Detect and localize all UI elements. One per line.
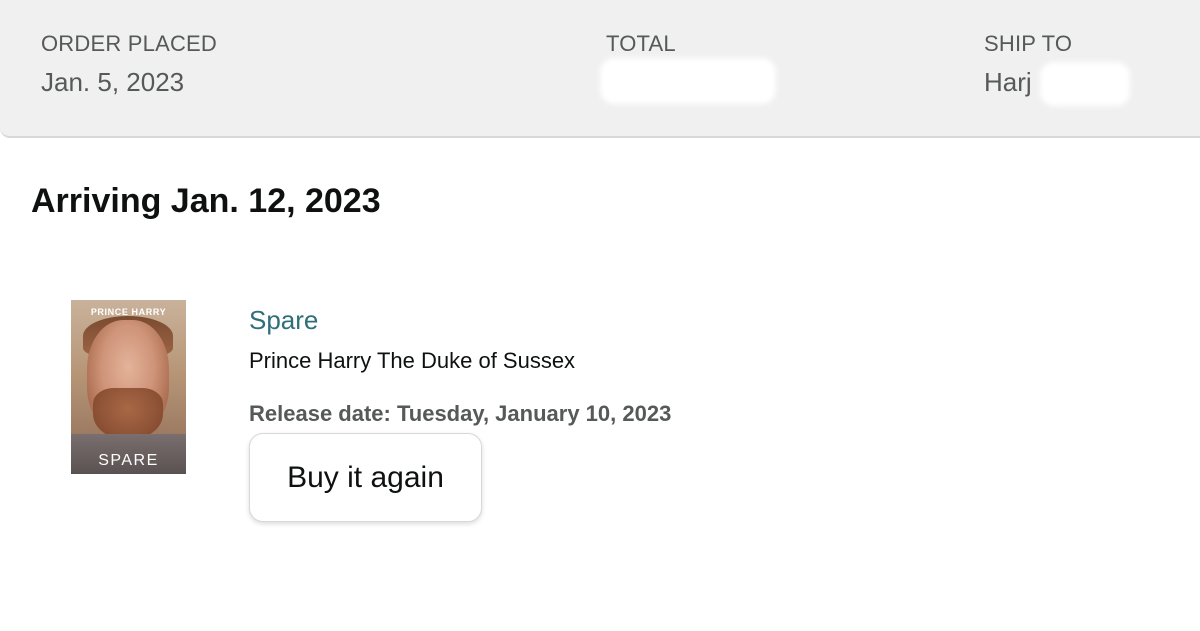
order-placed-label: ORDER PLACED <box>41 31 217 56</box>
total-redaction <box>600 58 776 104</box>
cover-title-text: SPARE <box>98 452 159 469</box>
item-release-date: Release date: Tuesday, January 10, 2023 <box>249 401 672 426</box>
ship-to-label: SHIP TO <box>984 31 1073 56</box>
order-placed-section: ORDER PLACED Jan. 5, 2023 <box>41 30 217 99</box>
arrival-heading: Arriving Jan. 12, 2023 <box>31 182 381 220</box>
cover-beard <box>93 388 163 440</box>
book-cover-image[interactable]: PRINCE HARRY SPARE <box>71 300 186 474</box>
buy-it-again-button[interactable]: Buy it again <box>249 433 482 522</box>
item-author: Prince Harry The Duke of Sussex <box>249 348 576 373</box>
ship-to-redaction <box>1040 62 1130 106</box>
order-summary-header: ORDER PLACED Jan. 5, 2023 TOTAL SHIP TO … <box>0 0 1200 138</box>
order-details-page: ORDER PLACED Jan. 5, 2023 TOTAL SHIP TO … <box>0 0 1200 631</box>
item-title-link[interactable]: Spare <box>249 304 318 336</box>
cover-author-text: PRINCE HARRY <box>90 307 167 317</box>
order-placed-date: Jan. 5, 2023 <box>41 67 185 97</box>
order-total-label: TOTAL <box>606 31 676 56</box>
